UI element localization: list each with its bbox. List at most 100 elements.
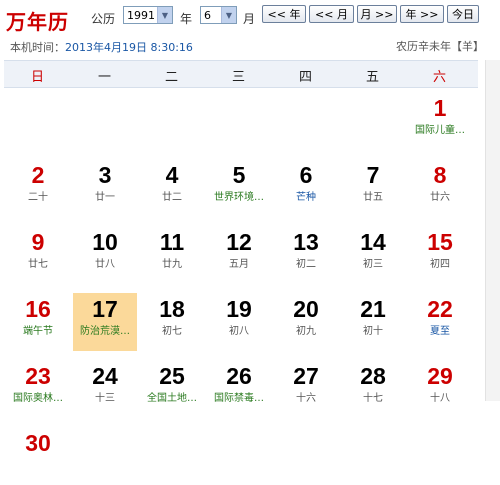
lunar-date-label: 芒种 (296, 192, 316, 203)
day-cell-20[interactable]: 20 初九 (274, 293, 338, 351)
day-cell-16[interactable]: 16 端午节 (6, 293, 70, 351)
day-cell-17[interactable]: 17 防治荒漠… (73, 293, 137, 351)
day-cell-3[interactable]: 3 廿一 (73, 159, 137, 217)
weekday-tue: 二 (164, 70, 178, 85)
day-cell-27[interactable]: 27 十六 (274, 360, 338, 418)
lunar-date-label: 国际禁毒… (214, 393, 264, 404)
day-cell-6[interactable]: 6 芒种 (274, 159, 338, 217)
lunar-date-label: 廿七 (28, 259, 48, 270)
day-cell-4[interactable]: 4 廿二 (140, 159, 204, 217)
day-number: 21 (360, 296, 386, 322)
lunar-date-label: 廿九 (162, 259, 182, 270)
day-number: 2 (31, 162, 45, 188)
day-number: 3 (98, 162, 112, 188)
year-unit-label: 年 (180, 12, 193, 26)
day-number: 9 (31, 229, 45, 255)
day-cell-9[interactable]: 9 廿七 (6, 226, 70, 284)
vertical-scrollbar[interactable] (485, 60, 500, 401)
year-select[interactable]: 1991 ▼ (123, 6, 173, 24)
year-select-value: 1991 (127, 8, 155, 22)
weekday-fri: 五 (365, 70, 379, 85)
day-cell-26[interactable]: 26 国际禁毒… (207, 360, 271, 418)
lunar-date-label: 五月 (229, 259, 249, 270)
day-number: 13 (293, 229, 319, 255)
local-time: 本机时间：2013年4月19日 8:30:16 (10, 39, 193, 55)
lunar-date-label: 初四 (430, 259, 450, 270)
lunar-date-label: 初八 (229, 326, 249, 337)
day-number: 14 (360, 229, 386, 255)
month-select[interactable]: 6 ▼ (200, 6, 237, 24)
day-number: 11 (159, 229, 185, 255)
day-number: 18 (159, 296, 185, 322)
chevron-down-icon[interactable]: ▼ (221, 7, 236, 23)
day-number: 4 (165, 162, 179, 188)
day-cell-14[interactable]: 14 初三 (341, 226, 405, 284)
lunar-date-label: 初十 (363, 326, 383, 337)
lunar-date-label: 二十 (28, 192, 48, 203)
day-number: 20 (293, 296, 319, 322)
lunar-date-label: 国际奥林… (13, 393, 63, 404)
day-number: 28 (360, 363, 386, 389)
day-cell-15[interactable]: 15 初四 (408, 226, 472, 284)
day-cell-25[interactable]: 25 全国土地… (140, 360, 204, 418)
day-cell-7[interactable]: 7 廿五 (341, 159, 405, 217)
lunar-date-label: 端午节 (23, 326, 53, 337)
day-number: 15 (427, 229, 453, 255)
day-number: 22 (427, 296, 453, 322)
day-cell-18[interactable]: 18 初七 (140, 293, 204, 351)
lunar-date-label: 廿五 (363, 192, 383, 203)
weekday-mon: 一 (97, 70, 111, 85)
weekday-wed: 三 (231, 70, 245, 85)
day-number: 16 (25, 296, 51, 322)
day-number: 12 (226, 229, 252, 255)
day-number: 10 (92, 229, 118, 255)
app-title: 万年历 (6, 10, 69, 34)
day-cell-1[interactable]: 1 国际儿童… (408, 92, 472, 150)
lunar-date-label: 廿一 (95, 192, 115, 203)
day-cell-11[interactable]: 11 廿九 (140, 226, 204, 284)
day-number: 5 (232, 162, 246, 188)
local-time-label: 本机时间： (10, 41, 65, 54)
day-cell-21[interactable]: 21 初十 (341, 293, 405, 351)
lunar-date-label: 初九 (296, 326, 316, 337)
lunar-date-label: 初三 (363, 259, 383, 270)
weekday-header: 日 一 二 三 四 五 六 (4, 60, 478, 88)
lunar-date-label: 全国土地… (147, 393, 197, 404)
lunar-date-label: 十七 (363, 393, 383, 404)
weekday-sun: 日 (30, 70, 44, 85)
day-cell-5[interactable]: 5 世界环境… (207, 159, 271, 217)
day-cell-2[interactable]: 2 二十 (6, 159, 70, 217)
today-button[interactable]: 今日 (447, 5, 479, 23)
month-select-value: 6 (204, 8, 211, 22)
prev-month-button[interactable]: << 月 (309, 5, 354, 23)
prev-year-button[interactable]: << 年 (262, 5, 306, 23)
calendar-type-label: 公历 (91, 12, 116, 26)
day-cell-29[interactable]: 29 十八 (408, 360, 472, 418)
day-cell-12[interactable]: 12 五月 (207, 226, 271, 284)
day-cell-30[interactable]: 30 (6, 427, 70, 485)
day-number: 30 (25, 430, 51, 456)
lunar-year-label: 农历辛未年【羊】 (396, 40, 484, 53)
lunar-date-label: 初七 (162, 326, 182, 337)
day-cell-24[interactable]: 24 十三 (73, 360, 137, 418)
day-cell-19[interactable]: 19 初八 (207, 293, 271, 351)
day-cell-28[interactable]: 28 十七 (341, 360, 405, 418)
day-cell-22[interactable]: 22 夏至 (408, 293, 472, 351)
lunar-date-label: 十八 (430, 393, 450, 404)
lunar-date-label: 廿二 (162, 192, 182, 203)
day-cell-23[interactable]: 23 国际奥林… (6, 360, 70, 418)
chevron-down-icon[interactable]: ▼ (157, 7, 172, 23)
day-number: 19 (226, 296, 252, 322)
lunar-date-label: 廿六 (430, 192, 450, 203)
next-year-button[interactable]: 年 >> (400, 5, 444, 23)
day-cell-8[interactable]: 8 廿六 (408, 159, 472, 217)
day-number: 6 (299, 162, 313, 188)
next-month-button[interactable]: 月 >> (357, 5, 397, 23)
day-cell-13[interactable]: 13 初二 (274, 226, 338, 284)
day-number: 1 (433, 95, 447, 121)
lunar-date-label: 世界环境… (214, 192, 264, 203)
weekday-thu: 四 (298, 70, 312, 85)
day-cell-10[interactable]: 10 廿八 (73, 226, 137, 284)
lunar-date-label: 夏至 (430, 326, 450, 337)
lunar-date-label: 廿八 (95, 259, 115, 270)
